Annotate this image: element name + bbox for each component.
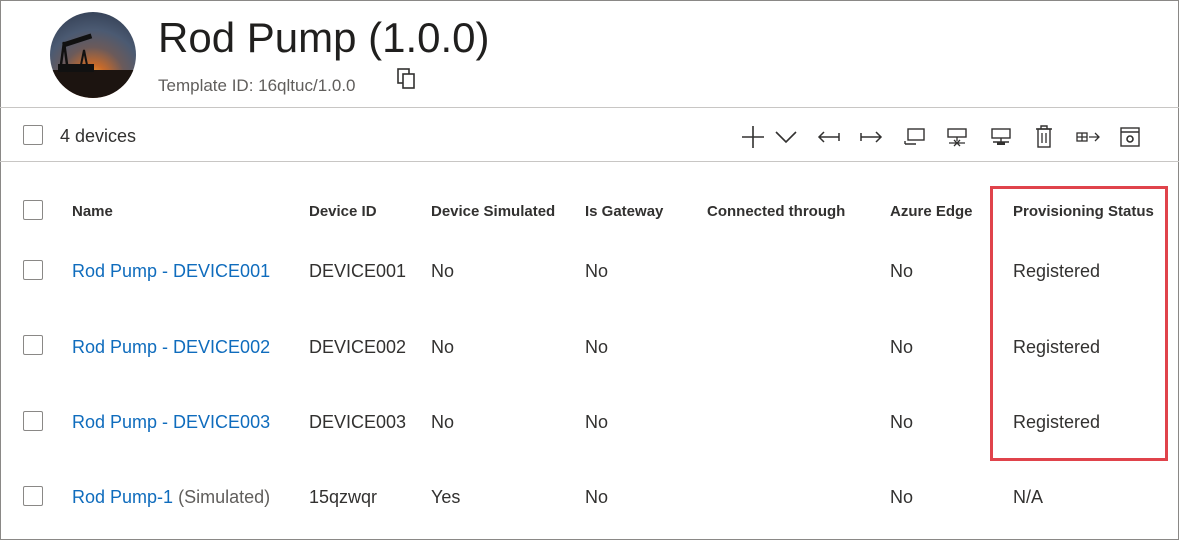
detach-gateway-icon[interactable]: [944, 124, 970, 150]
provisioning-status: N/A: [1013, 487, 1044, 507]
page-title: Rod Pump (1.0.0): [158, 14, 490, 61]
delete-icon[interactable]: [1032, 124, 1056, 150]
device-name-link[interactable]: Rod Pump - DEVICE003: [72, 412, 270, 433]
device-name-link[interactable]: Rod Pump - DEVICE001: [72, 261, 270, 282]
settings-icon[interactable]: [1118, 124, 1142, 150]
device-simulated: No: [431, 261, 455, 281]
azure-edge: No: [890, 412, 914, 432]
column-header-connected-through[interactable]: Connected through: [707, 203, 845, 220]
row-checkbox[interactable]: [23, 260, 43, 280]
device-id: DEVICE002: [309, 337, 407, 357]
select-all-checkbox[interactable]: [23, 125, 43, 145]
is-gateway: No: [585, 337, 609, 357]
device-id: DEVICE001: [309, 261, 407, 281]
device-simulated: No: [431, 412, 455, 432]
template-id: Template ID: 16qltuc/1.0.0: [158, 76, 356, 95]
is-gateway: No: [585, 261, 609, 281]
azure-edge: No: [890, 261, 914, 281]
toolbar-divider: [0, 161, 1179, 162]
column-header-is-gateway[interactable]: Is Gateway: [585, 203, 663, 220]
azure-edge: No: [890, 337, 914, 357]
migrate-right-icon[interactable]: [858, 124, 884, 150]
row-checkbox[interactable]: [23, 411, 43, 431]
device-name-link[interactable]: Rod Pump - DEVICE002: [72, 337, 270, 358]
device-id: DEVICE003: [309, 412, 407, 432]
device-id: 15qzwqr: [309, 487, 378, 507]
provisioning-status-highlight: [990, 186, 1168, 461]
header-divider: [0, 107, 1179, 108]
attach-gateway-icon[interactable]: [902, 124, 928, 150]
simulated-suffix: (Simulated): [178, 487, 271, 507]
row-checkbox[interactable]: [23, 335, 43, 355]
device-name-link[interactable]: Rod Pump-1: [72, 487, 173, 507]
azure-edge: No: [890, 487, 914, 507]
migrate-left-icon[interactable]: [816, 124, 842, 150]
device-simulated: Yes: [431, 487, 461, 507]
column-header-azure-edge[interactable]: Azure Edge: [890, 203, 973, 220]
column-header-device-simulated[interactable]: Device Simulated: [431, 203, 555, 220]
column-header-name[interactable]: Name: [72, 203, 113, 220]
template-avatar: [50, 12, 136, 98]
row-checkbox[interactable]: [23, 486, 43, 506]
export-icon[interactable]: [1074, 124, 1102, 150]
header-checkbox[interactable]: [23, 200, 43, 220]
template-header: Rod Pump (1.0.0) Template ID: 16qltuc/1.…: [0, 0, 1179, 107]
device-name-cell: Rod Pump-1 (Simulated): [72, 487, 270, 508]
add-icon[interactable]: [740, 124, 766, 150]
is-gateway: No: [585, 487, 609, 507]
is-gateway: No: [585, 412, 609, 432]
device-count: 4 devices: [60, 126, 137, 146]
device-simulated: No: [431, 337, 455, 357]
manage-gateway-icon[interactable]: [988, 124, 1014, 150]
column-header-device-id[interactable]: Device ID: [309, 203, 377, 220]
copy-icon[interactable]: [396, 68, 418, 90]
chevron-down-icon[interactable]: [774, 124, 798, 150]
